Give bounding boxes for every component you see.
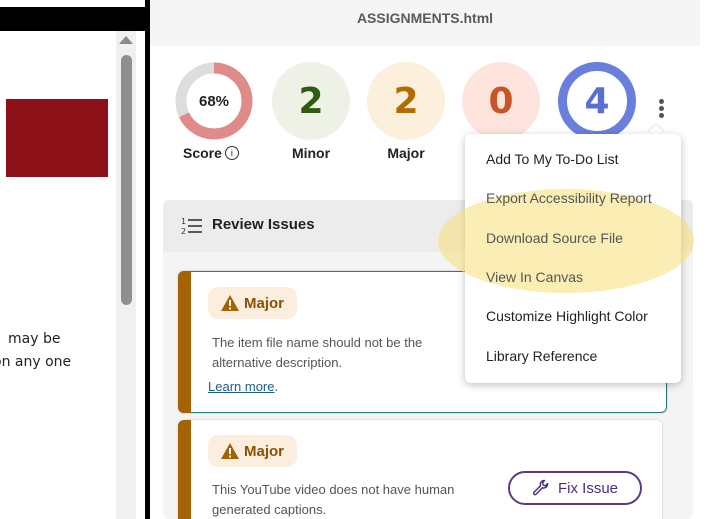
fix-issue-button[interactable]: Fix Issue — [508, 471, 642, 505]
major-label: Major — [387, 145, 425, 161]
issue-description-line2: generated captions. — [212, 502, 327, 517]
warning-icon — [221, 295, 239, 311]
menu-item-library-reference[interactable]: Library Reference — [486, 348, 597, 364]
scrollbar-thumb[interactable] — [121, 55, 132, 305]
svg-text:1: 1 — [181, 217, 186, 226]
issue-description-line1: This YouTube video does not have human — [212, 482, 455, 497]
severity-badge: Major — [208, 435, 297, 467]
severity-badge-label: Major — [244, 294, 285, 312]
total-count-circle[interactable]: 4 — [558, 62, 636, 140]
more-options-icon[interactable] — [655, 99, 669, 121]
left-page-topbar — [0, 7, 145, 31]
red-banner-image — [6, 99, 108, 177]
score-label: Score — [183, 145, 222, 161]
scroll-up-arrow-icon[interactable] — [119, 36, 133, 44]
issue-severity-bar — [178, 271, 191, 413]
menu-item-customize-highlight[interactable]: Customize Highlight Color — [486, 308, 648, 324]
menu-item-download-source[interactable]: Download Source File — [486, 230, 623, 246]
menu-item-add-todo[interactable]: Add To My To-Do List — [486, 151, 619, 167]
svg-text:2: 2 — [181, 227, 186, 236]
warning-icon — [221, 443, 239, 459]
menu-item-view-in-canvas[interactable]: View In Canvas — [486, 269, 583, 285]
learn-more-period: . — [274, 379, 279, 394]
minor-label: Minor — [291, 145, 331, 161]
score-value: 68% — [198, 92, 230, 110]
score-gauge[interactable]: 68% — [175, 62, 253, 140]
critical-count-circle[interactable]: 0 — [462, 62, 540, 140]
page-text-fragment-1: may be — [8, 331, 61, 347]
menu-item-export-report[interactable]: Export Accessibility Report — [486, 190, 652, 206]
score-label-group: Score i — [183, 145, 239, 161]
issue-description-line2: alternative description. — [212, 355, 343, 370]
learn-more-link[interactable]: Learn more — [208, 379, 274, 394]
severity-badge-label: Major — [244, 442, 285, 460]
severity-badge: Major — [208, 287, 297, 319]
learn-more-row: Learn more. — [208, 379, 278, 394]
issue-severity-bar — [178, 420, 191, 519]
minor-count-circle[interactable]: 2 — [272, 62, 350, 140]
numbered-list-icon: 1 2 — [181, 216, 203, 241]
fix-issue-label: Fix Issue — [557, 479, 618, 497]
info-circle-icon[interactable]: i — [224, 146, 239, 160]
panel-title: ASSIGNMENTS.html — [150, 0, 700, 46]
major-count-circle[interactable]: 2 — [367, 62, 445, 140]
page-text-fragment-2: on any one — [0, 354, 72, 370]
review-issues-title: Review Issues — [212, 216, 315, 233]
wrench-icon — [532, 479, 549, 496]
issue-description-line1: The item file name should not be the — [212, 335, 423, 350]
